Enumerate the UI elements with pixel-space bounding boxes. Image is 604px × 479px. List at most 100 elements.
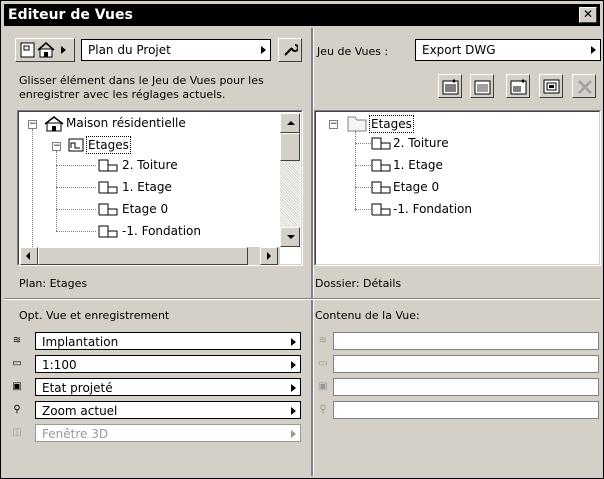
arrow-down-icon <box>287 235 295 239</box>
horizontal-divider[interactable] <box>4 298 600 300</box>
floor-plan-icon <box>98 225 118 238</box>
floor-plan-icon <box>371 159 391 172</box>
floor-plan-icon <box>98 159 118 172</box>
set-item-etage1[interactable]: 1. Etage <box>393 156 443 174</box>
scroll-up-button[interactable] <box>280 113 300 133</box>
scale-icon: ▭ <box>12 358 22 369</box>
chevron-right-icon <box>591 46 596 54</box>
tree-item-toiture[interactable]: 2. Toiture <box>122 156 178 174</box>
tree-item-maison[interactable]: Maison résidentielle <box>66 114 186 132</box>
chevron-right-icon <box>291 361 296 369</box>
3d-window-popup: Fenêtre 3D <box>35 424 301 442</box>
delete-button[interactable] <box>572 74 596 98</box>
chevron-right-icon <box>291 384 296 392</box>
scroll-thumb-h[interactable] <box>38 247 248 265</box>
content-row-zoom: ⚲ <box>317 401 599 419</box>
zoom-icon: ⚲ <box>319 404 327 415</box>
source-popup[interactable]: Plan du Projet <box>81 39 271 61</box>
source-popup-value: Plan du Projet <box>88 43 171 57</box>
tree-item-etages[interactable]: Etages <box>86 136 131 154</box>
horizontal-scrollbar[interactable] <box>20 247 280 265</box>
arrow-right-icon <box>267 252 271 260</box>
title-bar[interactable]: Editeur de Vues ✕ <box>4 4 600 26</box>
option-row-3d: ◫ Fenêtre 3D <box>11 424 301 442</box>
chevron-right-icon <box>261 46 266 54</box>
structure-icon: ▣ <box>318 381 328 392</box>
tree-line <box>355 143 371 144</box>
collapse-toggle[interactable]: − <box>28 120 37 129</box>
new-view-icon <box>474 80 491 95</box>
chevron-right-icon <box>291 338 296 346</box>
window-title: Editeur de Vues <box>8 7 133 23</box>
content-row-layers: ≋ <box>317 332 599 350</box>
arrow-up-icon <box>287 121 295 125</box>
arrow-left-icon <box>26 252 30 260</box>
set-item-fondation[interactable]: -1. Fondation <box>393 200 472 218</box>
structure-icon: ▣ <box>12 381 22 392</box>
wrench-icon <box>284 44 298 56</box>
floor-plan-icon <box>98 203 118 216</box>
option-row-scale: ▭ 1:100 <box>11 355 301 373</box>
tree-line <box>355 187 371 188</box>
scroll-down-button[interactable] <box>280 227 300 247</box>
view-set-popup[interactable]: Export DWG <box>415 39 601 61</box>
chevron-right-icon <box>61 46 66 54</box>
floor-plan-icon <box>371 203 391 216</box>
folder-icon <box>347 116 367 132</box>
floor-plan-icon <box>371 137 391 150</box>
options-title: Opt. Vue et enregistrement <box>19 309 170 322</box>
vertical-scrollbar[interactable] <box>280 113 300 247</box>
left-status: Plan: Etages <box>19 277 88 290</box>
view-set-label: Jeu de Vues : <box>317 45 389 58</box>
scale-popup[interactable]: 1:100 <box>35 355 301 373</box>
settings-button[interactable] <box>278 38 302 62</box>
set-item-etage0[interactable]: Etage 0 <box>393 178 439 196</box>
layers-icon: ≋ <box>12 335 22 346</box>
project-map-tree[interactable]: − Maison résidentielle − Etages 2. Toitu… <box>17 110 303 266</box>
zoom-popup[interactable]: Zoom actuel <box>35 401 301 419</box>
tree-line <box>355 209 371 210</box>
structure-popup[interactable]: Etat projeté <box>35 378 301 396</box>
tree-line <box>56 231 96 232</box>
tree-item-fondation[interactable]: -1. Fondation <box>122 222 201 240</box>
view-settings-button[interactable] <box>539 74 563 98</box>
new-folder-button[interactable] <box>438 74 462 98</box>
save-view-icon <box>510 79 527 95</box>
instruction-text: Glisser élément dans le Jeu de Vues pour… <box>19 74 264 101</box>
scroll-right-button[interactable] <box>260 247 278 265</box>
scroll-thumb[interactable] <box>280 133 300 161</box>
content-structure-field <box>333 378 599 396</box>
view-editor-window: Editeur de Vues ✕ Plan du Projet Glisser… <box>0 0 604 479</box>
tree-line <box>56 165 96 166</box>
chevron-right-icon <box>291 407 296 415</box>
view-set-value: Export DWG <box>422 43 496 57</box>
tree-frame <box>315 111 600 265</box>
new-view-button[interactable] <box>470 74 494 98</box>
scroll-left-button[interactable] <box>20 247 38 265</box>
collapse-toggle[interactable]: − <box>52 142 61 151</box>
layers-popup[interactable]: Implantation <box>35 332 301 350</box>
right-status: Dossier: Détails <box>315 277 402 290</box>
collapse-toggle[interactable]: − <box>329 120 338 129</box>
house-icon <box>37 42 55 58</box>
new-folder-icon <box>442 79 459 95</box>
set-item-toiture[interactable]: 2. Toiture <box>393 134 449 152</box>
house-icon <box>44 116 64 132</box>
tree-item-etage1[interactable]: 1. Etage <box>122 178 172 196</box>
tree-item-etages-set[interactable]: Etages <box>369 115 414 133</box>
zoom-value: Zoom actuel <box>42 404 118 418</box>
close-button[interactable]: ✕ <box>579 7 597 23</box>
tree-line <box>56 209 96 210</box>
zoom-icon: ⚲ <box>13 404 21 415</box>
content-scale-field <box>333 355 599 373</box>
3d-window-value: Fenêtre 3D <box>42 427 109 441</box>
view-type-button[interactable] <box>15 38 75 62</box>
save-view-button[interactable] <box>506 74 530 98</box>
vertical-divider[interactable] <box>311 28 314 476</box>
view-set-tree[interactable]: − Etages 2. Toiture 1. Etage Etage 0 -1. <box>314 110 601 266</box>
tree-item-etage0[interactable]: Etage 0 <box>122 200 168 218</box>
scale-value: 1:100 <box>42 358 77 372</box>
floors-icon <box>68 138 84 152</box>
floor-plan-icon <box>371 181 391 194</box>
chevron-right-icon <box>291 430 296 438</box>
